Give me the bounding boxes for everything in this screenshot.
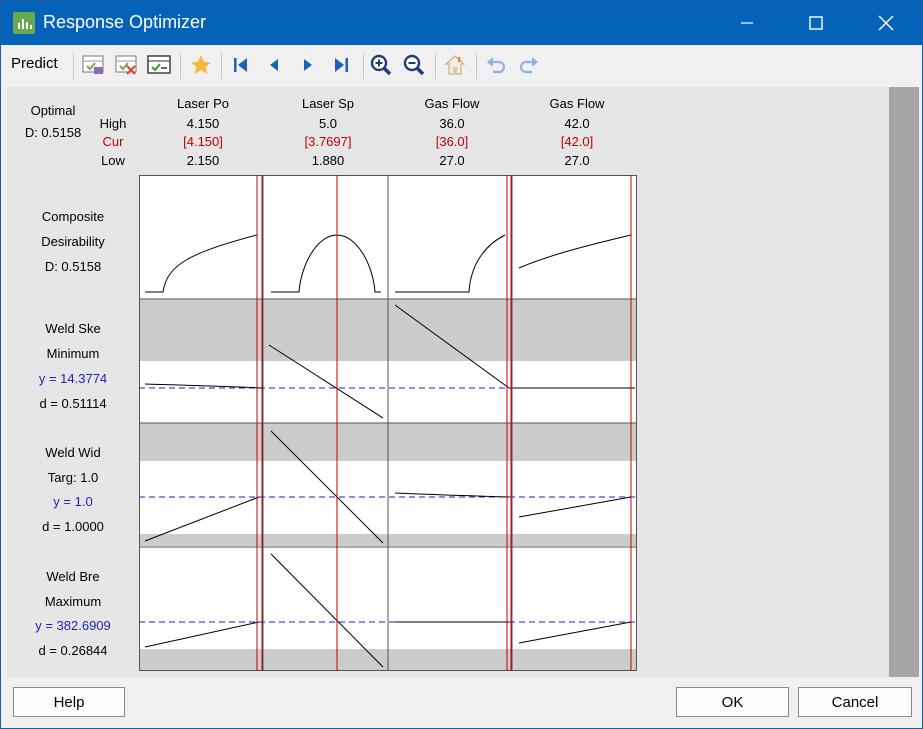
factor-low: 27.0	[564, 153, 590, 168]
previous-solution-button[interactable]	[260, 51, 288, 79]
window-title: Response Optimizer	[43, 12, 207, 32]
factor-high: 4.150	[186, 116, 220, 131]
next-solution-button[interactable]	[294, 51, 322, 79]
grid-delete-icon	[115, 55, 137, 75]
maximize-button[interactable]	[793, 1, 839, 45]
toolbar: Predict	[1, 45, 922, 85]
row-label-line: Maximum	[44, 594, 102, 609]
minimize-button[interactable]	[724, 1, 770, 45]
row-label-line: Composite	[41, 209, 105, 224]
optimal-label: Optimal	[30, 103, 76, 118]
undo-icon	[487, 57, 506, 74]
zoom-in-icon	[370, 54, 392, 76]
next-icon	[304, 59, 312, 71]
minimize-icon	[741, 22, 753, 24]
factor-high: 42.0	[564, 116, 590, 131]
factor-low: 2.150	[186, 153, 220, 168]
predicted-response: y = 1.0	[53, 494, 93, 509]
select-solution-button[interactable]	[145, 51, 173, 79]
last-solution-button[interactable]	[327, 51, 355, 79]
delete-solution-button[interactable]	[112, 51, 140, 79]
factor-low: 1.880	[311, 153, 345, 168]
factor-name: Gas Flow	[424, 96, 480, 111]
factor-current[interactable]: [4.150]	[141, 134, 265, 149]
zoom-out-icon	[403, 54, 425, 76]
factor-high: 5.0	[318, 116, 338, 131]
app-chart-icon	[13, 12, 35, 34]
zoom-in-button[interactable]	[367, 51, 395, 79]
undo-button[interactable]	[482, 51, 510, 79]
individual-desirability: d = 1.0000	[42, 519, 104, 534]
factor-name: Gas Flow	[549, 96, 605, 111]
factor-high: 36.0	[439, 116, 465, 131]
row-label-line: Desirability	[41, 234, 105, 249]
close-icon	[878, 15, 894, 31]
cancel-button[interactable]: Cancel	[798, 687, 912, 717]
optimization-plot	[139, 175, 637, 671]
home-icon	[444, 55, 466, 75]
grid-check-icon	[147, 55, 171, 74]
title-bar: Response Optimizer	[1, 1, 922, 45]
ok-button[interactable]: OK	[676, 687, 789, 717]
home-button[interactable]	[441, 51, 469, 79]
low-label: Low	[101, 153, 125, 168]
redo-icon	[519, 57, 538, 74]
grid-save-icon	[82, 55, 104, 74]
predicted-response: y = 14.3774	[38, 371, 108, 386]
response-optimizer-window: Response Optimizer Predict Optimal D: 0.…	[0, 0, 923, 729]
redo-button[interactable]	[515, 51, 543, 79]
optimal-setting-button[interactable]	[187, 51, 215, 79]
optimization-plot-grid	[139, 175, 637, 671]
individual-desirability: d = 0.26844	[38, 643, 108, 658]
star-icon	[191, 55, 211, 74]
first-icon	[234, 58, 247, 72]
first-solution-button[interactable]	[227, 51, 255, 79]
factor-current[interactable]: [36.0]	[390, 134, 514, 149]
predict-button[interactable]: Predict	[11, 55, 58, 77]
vertical-scrollbar[interactable]	[889, 87, 919, 677]
factor-name: Laser Sp	[301, 96, 355, 111]
maximize-icon	[809, 16, 823, 30]
cur-label: Cur	[102, 134, 124, 149]
save-solution-button[interactable]	[79, 51, 107, 79]
row-label-line: Weld Bre	[46, 569, 100, 584]
close-button[interactable]	[863, 1, 909, 45]
row-label-line: D: 0.5158	[44, 259, 102, 274]
optimal-d-value: D: 0.5158	[24, 125, 82, 140]
factor-low: 27.0	[439, 153, 465, 168]
predicted-response: y = 382.6909	[35, 618, 111, 633]
row-label-line: Weld Ske	[45, 321, 101, 336]
previous-icon	[270, 59, 278, 71]
factor-current[interactable]: [3.7697]	[266, 134, 390, 149]
factor-current[interactable]: [42.0]	[515, 134, 639, 149]
individual-desirability: d = 0.51114	[39, 396, 107, 411]
high-label: High	[99, 116, 127, 131]
row-label-line: Weld Wid	[45, 445, 101, 460]
factor-name: Laser Po	[176, 96, 230, 111]
help-button[interactable]: Help	[13, 687, 125, 717]
zoom-out-button[interactable]	[400, 51, 428, 79]
row-label-line: Minimum	[46, 346, 100, 361]
row-label-line: Targ: 1.0	[47, 470, 99, 485]
last-icon	[335, 58, 348, 72]
